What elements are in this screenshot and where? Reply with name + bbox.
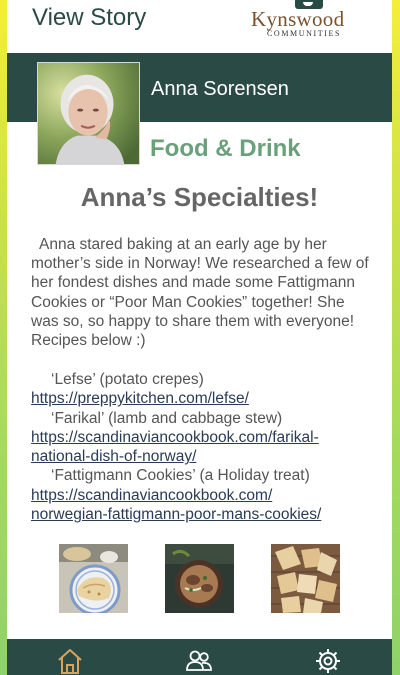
people-icon[interactable] bbox=[185, 647, 213, 675]
recipe-name: ‘Farikal’ (lamb and cabbage stew) bbox=[51, 409, 283, 427]
fattigmann-cookies-photo-icon bbox=[271, 544, 340, 613]
story-body: Anna stared baking at an early age by he… bbox=[31, 235, 371, 350]
recipe-list: ‘Lefse’ (potato crepes) https://preppyki… bbox=[31, 370, 376, 524]
lefse-photo-icon bbox=[59, 544, 128, 613]
home-icon[interactable] bbox=[56, 647, 84, 675]
thumbnail-lefse[interactable] bbox=[59, 544, 128, 613]
recipe-link-lefse[interactable]: https://preppykitchen.com/lefse/ bbox=[31, 389, 376, 408]
resident-portrait-icon bbox=[38, 63, 139, 164]
story-paragraph: Anna stared baking at an early age by he… bbox=[31, 236, 369, 350]
recipe-link-farikal-continued[interactable]: national-dish-of-norway/ bbox=[31, 447, 376, 466]
bottom-nav-bar bbox=[7, 639, 392, 675]
settings-gear-icon[interactable] bbox=[314, 647, 342, 675]
resident-photo bbox=[37, 62, 140, 165]
resident-name: Anna Sorensen bbox=[151, 78, 289, 100]
recipe-link-farikal[interactable]: https://scandinaviancookbook.com/farikal… bbox=[31, 428, 376, 447]
top-bar: View Story Kynswood COMMUNITIES bbox=[7, 0, 392, 53]
recipe-name: ‘Lefse’ (potato crepes) bbox=[51, 371, 204, 388]
page-title: View Story bbox=[32, 4, 147, 31]
kynswood-logo: Kynswood COMMUNITIES bbox=[245, 0, 385, 40]
story-category: Food & Drink bbox=[150, 135, 301, 162]
thumbnail-farikal[interactable] bbox=[165, 544, 234, 613]
logo-subtitle: COMMUNITIES bbox=[267, 29, 342, 38]
farikal-stew-photo-icon bbox=[165, 544, 234, 613]
recipe-link-fattigmann[interactable]: https://scandinaviancookbook.com/ bbox=[31, 486, 376, 505]
thumbnail-fattigmann[interactable] bbox=[271, 544, 340, 613]
recipe-name: ‘Fattigmann Cookies’ (a Holiday treat) bbox=[51, 467, 310, 485]
app-screen: View Story Kynswood COMMUNITIES Anna Sor… bbox=[7, 0, 392, 675]
story-heading: Anna’s Specialties! bbox=[80, 182, 319, 212]
recipe-link-fattigmann-continued[interactable]: norwegian-fattigmann-poor-mans-cookies/ bbox=[31, 505, 376, 524]
